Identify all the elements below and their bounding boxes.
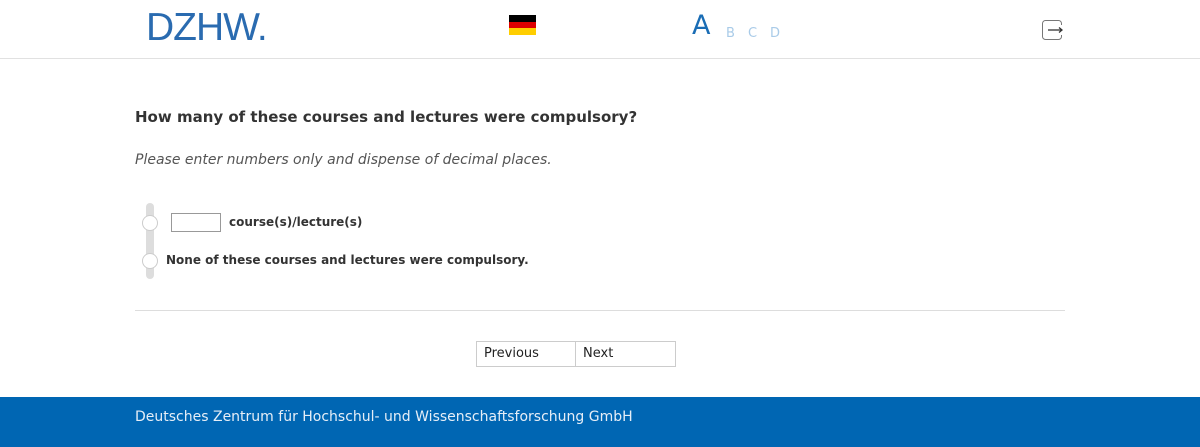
- radio-courses-count[interactable]: [142, 215, 158, 231]
- radio-none-compulsory[interactable]: [142, 253, 158, 269]
- footer: Deutsches Zentrum für Hochschul- und Wis…: [0, 397, 1200, 447]
- version-b[interactable]: B: [726, 26, 735, 41]
- courses-count-label: course(s)/lecture(s): [229, 215, 363, 229]
- footer-text: Deutsches Zentrum für Hochschul- und Wis…: [135, 409, 633, 425]
- flag-stripe-gold: [509, 28, 536, 35]
- flag-stripe-black: [509, 15, 536, 22]
- logo-dot: .: [256, 6, 268, 49]
- logout-icon: [1042, 20, 1064, 40]
- courses-count-input[interactable]: [171, 213, 221, 232]
- logout-button[interactable]: [1042, 20, 1064, 40]
- question-title: How many of these courses and lectures w…: [135, 108, 638, 126]
- next-button[interactable]: Next: [575, 341, 676, 367]
- version-a[interactable]: A: [692, 10, 710, 41]
- header: DZHW. A B C D: [0, 0, 1200, 59]
- question-instruction: Please enter numbers only and dispense o…: [135, 152, 552, 168]
- logo-text: DZHW: [146, 6, 258, 49]
- version-d[interactable]: D: [770, 26, 780, 41]
- previous-button[interactable]: Previous: [476, 341, 577, 367]
- german-flag-icon[interactable]: [509, 15, 536, 35]
- version-c[interactable]: C: [748, 26, 757, 41]
- flag-stripe-red: [509, 21, 536, 29]
- none-compulsory-label[interactable]: None of these courses and lectures were …: [166, 253, 529, 267]
- dzhw-logo[interactable]: DZHW.: [146, 6, 268, 50]
- divider: [135, 310, 1065, 311]
